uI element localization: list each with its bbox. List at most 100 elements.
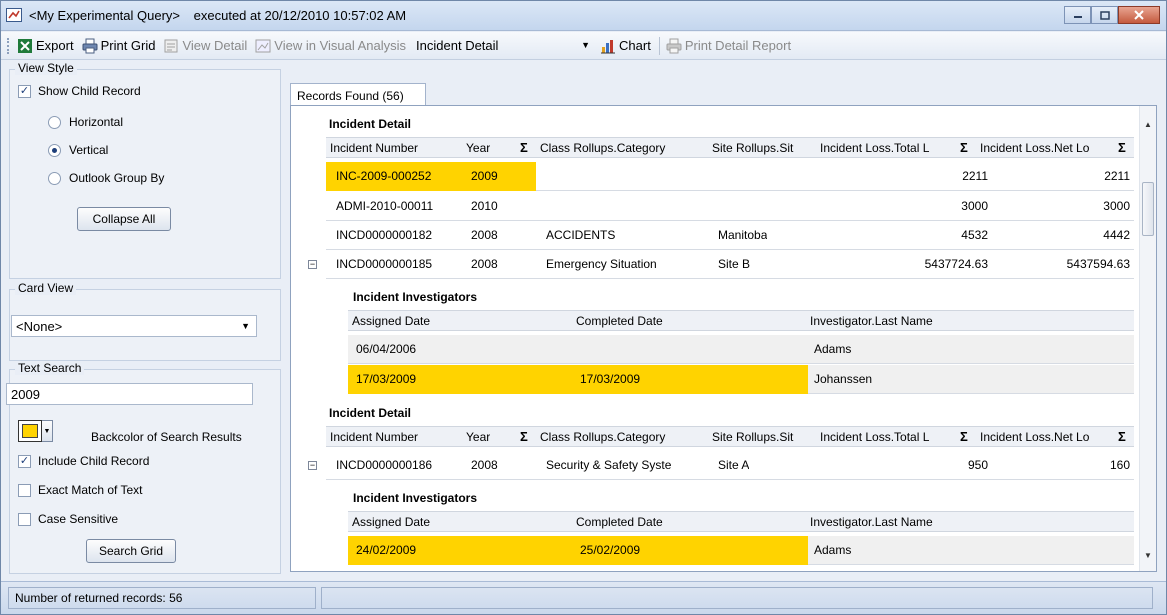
cell-year: 2010 — [471, 199, 498, 213]
search-grid-button[interactable]: Search Grid — [86, 539, 176, 563]
checkbox-unchecked-icon — [18, 483, 31, 497]
cell-year: 2008 — [471, 458, 498, 472]
print-grid-label: Print Grid — [100, 38, 156, 53]
collapse-row-icon[interactable]: − — [308, 461, 317, 470]
scroll-down-icon[interactable]: ▼ — [1144, 551, 1152, 560]
col-net-loss[interactable]: Incident Loss.Net Lo — [980, 427, 1116, 447]
outlook-group-by-radio[interactable]: Outlook Group By — [48, 171, 164, 185]
window-title: <My Experimental Query> executed at 20/1… — [29, 8, 406, 23]
col-total-loss[interactable]: Incident Loss.Total L — [820, 138, 956, 158]
combo-arrow-icon: ▼ — [581, 39, 591, 50]
col-total-loss[interactable]: Incident Loss.Total L — [820, 427, 956, 447]
minimize-button[interactable] — [1064, 6, 1091, 24]
col-net-loss[interactable]: Incident Loss.Net Lo — [980, 138, 1116, 158]
col-site[interactable]: Site Rollups.Sit — [712, 427, 822, 447]
col-category[interactable]: Class Rollups.Category — [540, 138, 710, 158]
collapse-all-label: Collapse All — [92, 212, 156, 226]
text-search-input[interactable]: 2009 — [6, 383, 253, 405]
sigma-icon[interactable]: Σ — [520, 427, 528, 447]
table-row[interactable]: INC-2009-000252 2009 2211 2211 — [326, 162, 1134, 191]
vertical-scrollbar[interactable]: ▲ ▼ — [1139, 106, 1156, 571]
col-investigator[interactable]: Investigator.Last Name — [810, 512, 933, 532]
cell-net: 4442 — [1103, 228, 1130, 242]
scroll-up-icon[interactable]: ▲ — [1144, 120, 1152, 129]
tab-records-found[interactable]: Records Found (56) — [290, 83, 426, 107]
print-detail-report-button[interactable]: Print Detail Report — [666, 38, 791, 54]
radio-off-icon — [48, 171, 61, 185]
tab-records-found-label: Records Found (56) — [297, 89, 404, 103]
show-child-label: Show Child Record — [38, 84, 141, 98]
toolbar: Export Print Grid View Detail View in Vi… — [1, 32, 1166, 60]
status-panel — [321, 587, 1153, 609]
col-assigned-date[interactable]: Assigned Date — [352, 311, 430, 331]
detail-report-combo[interactable]: Incident Detail ▼ — [414, 36, 592, 56]
include-child-checkbox[interactable]: ✓ Include Child Record — [18, 454, 149, 468]
col-incident-number[interactable]: Incident Number — [330, 138, 418, 158]
col-year[interactable]: Year — [466, 138, 490, 158]
checkbox-unchecked-icon — [18, 512, 31, 526]
query-results-window: <My Experimental Query> executed at 20/1… — [0, 0, 1167, 615]
chart-button[interactable]: Chart — [600, 38, 651, 54]
close-button[interactable] — [1118, 6, 1160, 24]
cell-highlight: 17/03/2009 17/03/2009 — [348, 365, 808, 394]
col-incident-number[interactable]: Incident Number — [330, 427, 418, 447]
backcolor-picker[interactable]: ▼ — [18, 420, 53, 442]
sigma-icon[interactable]: Σ — [960, 427, 968, 447]
table-row[interactable]: INCD0000000185 2008 Emergency Situation … — [326, 250, 1134, 279]
collapse-row-icon[interactable]: − — [308, 260, 317, 269]
card-view-value: <None> — [16, 318, 63, 334]
print-grid-button[interactable]: Print Grid — [82, 38, 156, 54]
child-band-title: Incident Investigators — [353, 491, 478, 505]
case-sensitive-checkbox[interactable]: Case Sensitive — [18, 512, 118, 526]
col-assigned-date[interactable]: Assigned Date — [352, 512, 430, 532]
checkbox-checked-icon: ✓ — [18, 84, 31, 98]
text-search-group: Text Search 2009 ▼ Backcolor of Search R… — [6, 361, 281, 574]
print-detail-label: Print Detail Report — [684, 38, 792, 53]
printer-icon — [82, 38, 98, 53]
col-site[interactable]: Site Rollups.Sit — [712, 138, 822, 158]
child-row[interactable]: 17/03/2009 17/03/2009 Johanssen — [348, 365, 1134, 394]
view-detail-button[interactable]: View Detail — [163, 38, 247, 54]
cell-incident: INCD0000000182 — [336, 228, 433, 242]
child-row[interactable]: 24/02/2009 25/02/2009 Adams — [348, 536, 1134, 565]
table-row[interactable]: INCD0000000182 2008 ACCIDENTS Manitoba 4… — [326, 221, 1134, 250]
maximize-button[interactable] — [1091, 6, 1118, 24]
collapse-all-button[interactable]: Collapse All — [77, 207, 171, 231]
cell-site: Manitoba — [718, 228, 768, 242]
cell-assigned: 06/04/2006 — [356, 342, 417, 356]
view-visual-analysis-button[interactable]: View in Visual Analysis — [255, 38, 406, 54]
show-child-record-checkbox[interactable]: ✓ Show Child Record — [18, 84, 141, 98]
cell-total: 4532 — [961, 228, 988, 242]
export-button[interactable]: Export — [17, 38, 74, 54]
col-completed-date[interactable]: Completed Date — [576, 311, 663, 331]
sigma-icon[interactable]: Σ — [520, 138, 528, 158]
minimize-icon — [1073, 16, 1082, 18]
status-records-count: Number of returned records: 56 — [8, 587, 316, 609]
col-investigator[interactable]: Investigator.Last Name — [810, 311, 933, 331]
toolbar-grip[interactable] — [7, 37, 11, 54]
query-name: <My Experimental Query> — [29, 8, 181, 23]
radio-off-icon — [48, 115, 61, 129]
card-view-select[interactable]: <None> ▼ — [11, 315, 257, 337]
col-completed-date[interactable]: Completed Date — [576, 512, 663, 532]
child-row[interactable]: 06/04/2006 Adams — [348, 335, 1134, 364]
sigma-icon[interactable]: Σ — [1118, 138, 1126, 158]
cell-investigator: Adams — [814, 543, 852, 557]
export-label: Export — [36, 38, 74, 53]
exact-match-label: Exact Match of Text — [38, 483, 143, 497]
scrollbar-thumb[interactable] — [1142, 182, 1154, 236]
table-row[interactable]: INCD0000000186 2008 Security & Safety Sy… — [326, 451, 1134, 480]
executed-at: executed at 20/12/2010 10:57:02 AM — [193, 8, 407, 23]
exact-match-checkbox[interactable]: Exact Match of Text — [18, 483, 143, 497]
table-row[interactable]: ADMI-2010-00011 2010 3000 3000 — [326, 192, 1134, 221]
include-child-label: Include Child Record — [38, 454, 150, 468]
cell-year: 2008 — [471, 228, 498, 242]
col-category[interactable]: Class Rollups.Category — [540, 427, 710, 447]
results-grid: Incident Detail Incident Number Year Σ C… — [290, 105, 1157, 572]
sigma-icon[interactable]: Σ — [1118, 427, 1126, 447]
color-dropdown-arrow-icon: ▼ — [42, 420, 53, 442]
sigma-icon[interactable]: Σ — [960, 138, 968, 158]
horizontal-radio[interactable]: Horizontal — [48, 115, 123, 129]
col-year[interactable]: Year — [466, 427, 490, 447]
vertical-radio[interactable]: Vertical — [48, 143, 108, 157]
